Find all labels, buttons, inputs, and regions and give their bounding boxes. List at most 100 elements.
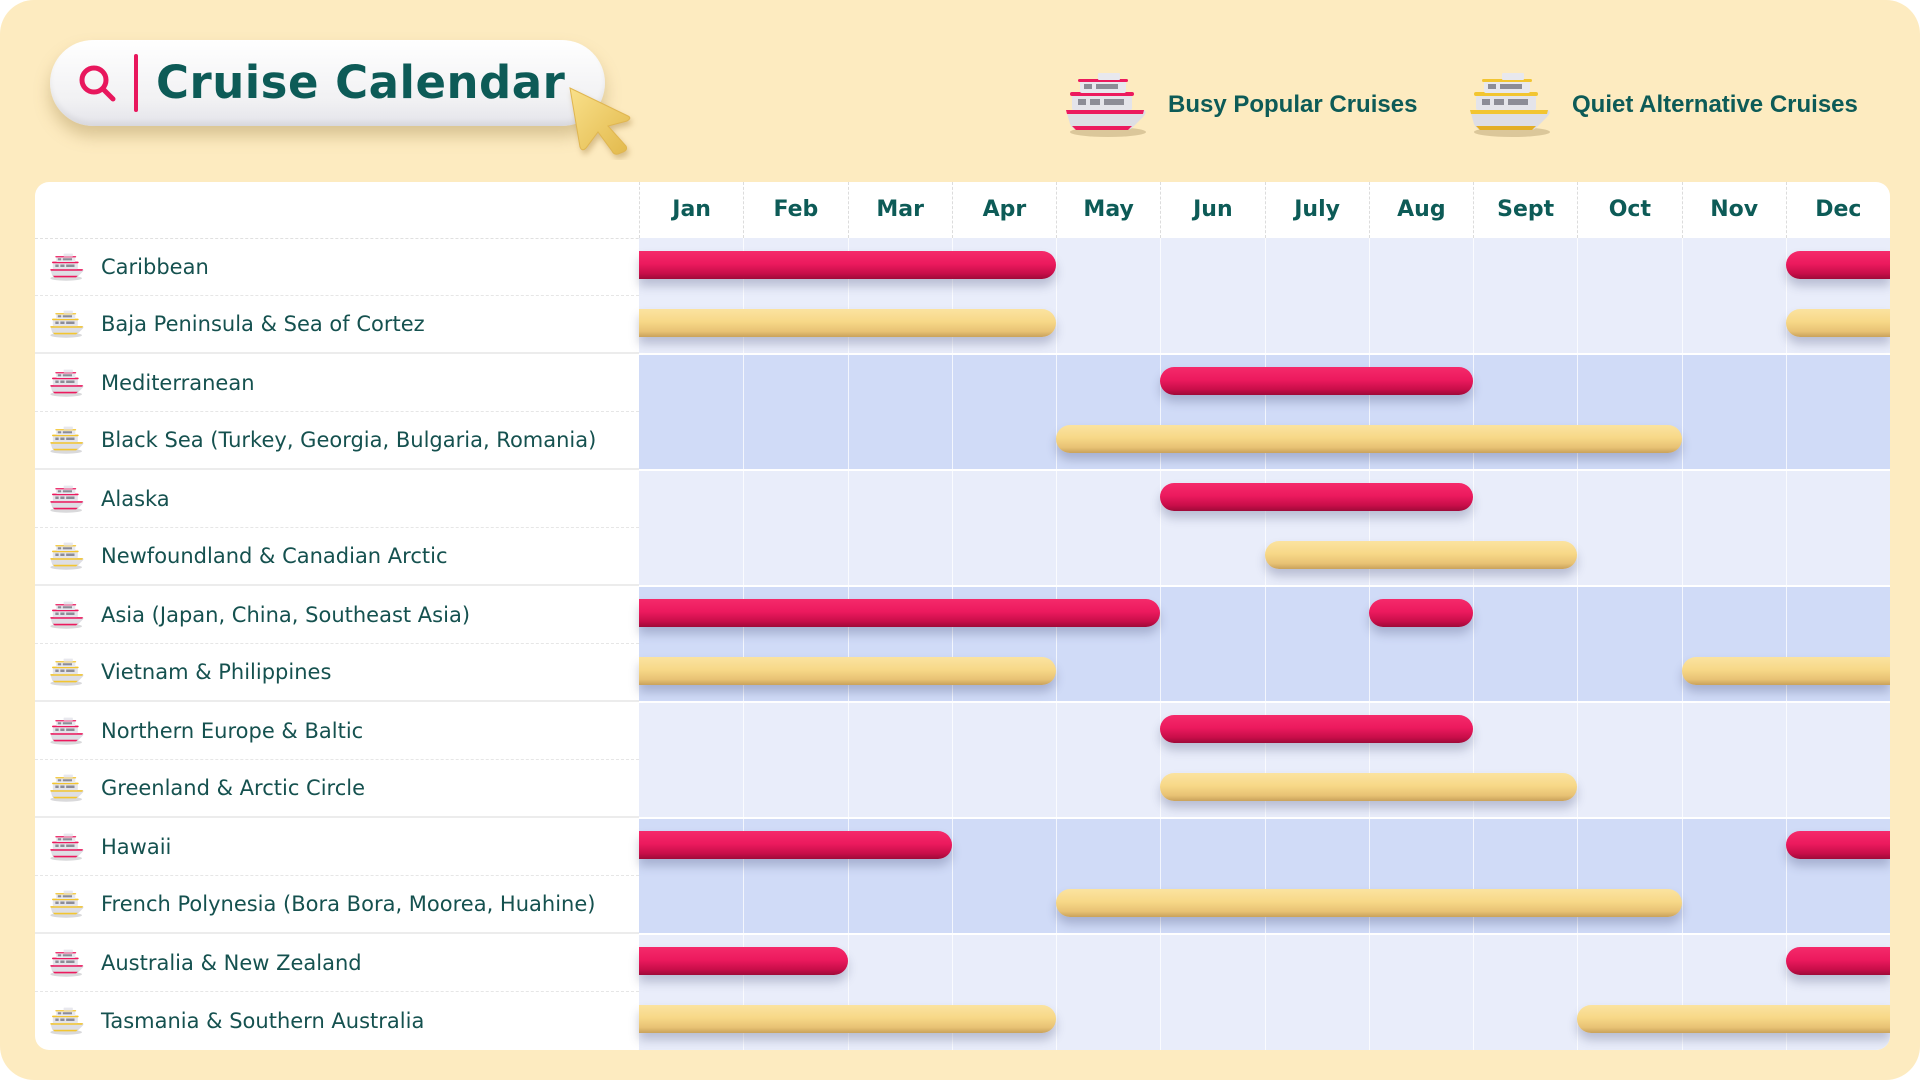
- title-search-bar[interactable]: Cruise Calendar: [50, 40, 605, 126]
- cruise-season-bar-busy[interactable]: [1160, 715, 1473, 743]
- month-gridline: [1577, 238, 1579, 1050]
- pink-cruise-ship-icon: [1066, 73, 1146, 137]
- row-label-text: Northern Europe & Baltic: [101, 718, 364, 743]
- yellow-cruise-ship-icon: [50, 774, 84, 802]
- search-icon: [79, 65, 116, 102]
- month-header-dec: Dec: [1785, 182, 1890, 238]
- yellow-cruise-ship-icon: [1470, 73, 1550, 137]
- month-header-apr: Apr: [951, 182, 1056, 238]
- cruise-season-bar-busy[interactable]: [1785, 251, 1890, 279]
- row-label-text: Greenland & Arctic Circle: [101, 776, 366, 800]
- month-header-sept: Sept: [1473, 182, 1577, 238]
- calendar-card: Jan Feb Mar Apr May Jun July Aug Sept Oct Nov Dec C…: [35, 182, 1890, 1050]
- month-header-may: May: [1056, 182, 1160, 238]
- row-label: Northern Europe & Baltic: [35, 702, 639, 760]
- cruise-season-bar-quiet[interactable]: [1056, 425, 1682, 453]
- row-label-text: Australia & New Zealand: [101, 950, 362, 975]
- cruise-season-bar-quiet[interactable]: [1577, 1005, 1890, 1033]
- row-label: Asia (Japan, China, Southeast Asia): [35, 586, 639, 644]
- month-header-jun: Jun: [1160, 182, 1264, 238]
- month-header-july: July: [1264, 182, 1369, 238]
- pink-cruise-ship-icon: [50, 601, 84, 629]
- cruise-season-bar-quiet[interactable]: [1681, 657, 1890, 685]
- row-label: Alaska: [35, 470, 639, 528]
- row-label: French Polynesia (Bora Bora, Moorea, Hua…: [35, 876, 639, 934]
- row-label-text: Black Sea (Turkey, Georgia, Bulgaria, Ro…: [101, 428, 597, 452]
- row-label: Greenland & Arctic Circle: [35, 760, 639, 818]
- cruise-season-bar-busy[interactable]: [1368, 599, 1473, 627]
- row-label-text: French Polynesia (Bora Bora, Moorea, Hua…: [101, 892, 596, 916]
- yellow-cruise-ship-icon: [50, 310, 84, 338]
- month-header-row: Jan Feb Mar Apr May Jun July Aug Sept Oct Nov Dec: [35, 182, 1890, 239]
- month-gridline: [1785, 238, 1787, 1050]
- calendar-grid: [639, 238, 1890, 1050]
- month-gridline: [1473, 238, 1474, 1050]
- row-label: Newfoundland & Canadian Arctic: [35, 528, 639, 586]
- pink-cruise-ship-icon: [50, 833, 84, 861]
- yellow-cruise-ship-icon: [50, 542, 84, 570]
- cruise-season-bar-busy[interactable]: [1160, 483, 1473, 511]
- cruise-season-bar-quiet[interactable]: [639, 657, 1056, 685]
- yellow-cruise-ship-icon: [50, 1007, 84, 1035]
- row-label: Mediterranean: [35, 354, 639, 412]
- month-gridline: [847, 238, 849, 1050]
- yellow-cruise-ship-icon: [50, 426, 84, 454]
- legend-busy-label: Busy Popular Cruises: [1168, 91, 1418, 118]
- legend-quiet: Quiet Alternative Cruises: [1462, 70, 1858, 140]
- cruise-season-bar-quiet[interactable]: [639, 1005, 1056, 1033]
- month-header-nov: Nov: [1681, 182, 1786, 238]
- cruise-season-bar-busy[interactable]: [1785, 947, 1890, 975]
- legend-busy: Busy Popular Cruises: [1058, 70, 1417, 140]
- cruise-season-bar-quiet[interactable]: [639, 309, 1056, 337]
- row-label: Hawaii: [35, 818, 639, 876]
- cruise-season-bar-quiet[interactable]: [1056, 889, 1682, 917]
- row-label-text: Hawaii: [101, 834, 172, 859]
- cruise-season-bar-busy[interactable]: [639, 947, 848, 975]
- cruise-season-bar-busy[interactable]: [639, 831, 952, 859]
- pointer-cursor-icon: [569, 87, 631, 155]
- month-header-feb: Feb: [743, 182, 847, 238]
- row-label-text: Mediterranean: [101, 370, 255, 395]
- row-label-text: Vietnam & Philippines: [101, 660, 332, 684]
- title-divider: [134, 54, 138, 112]
- row-label: Baja Peninsula & Sea of Cortez: [35, 296, 639, 354]
- yellow-cruise-ship-icon: [50, 890, 84, 918]
- cruise-season-bar-busy[interactable]: [639, 599, 1161, 627]
- pink-cruise-ship-icon: [50, 369, 84, 397]
- row-label-text: Newfoundland & Canadian Arctic: [101, 544, 448, 568]
- row-label: Caribbean: [35, 238, 639, 296]
- month-gridline: [1681, 238, 1683, 1050]
- pink-cruise-ship-icon: [50, 485, 84, 513]
- month-header-aug: Aug: [1368, 182, 1473, 238]
- yellow-cruise-ship-icon: [50, 658, 84, 686]
- month-header-jan: Jan: [639, 182, 743, 238]
- row-label: Vietnam & Philippines: [35, 644, 639, 702]
- month-gridline: [1160, 238, 1162, 1050]
- pink-cruise-ship-icon: [50, 949, 84, 977]
- month-gridline: [951, 238, 953, 1050]
- row-label: Australia & New Zealand: [35, 934, 639, 992]
- row-label-text: Caribbean: [101, 254, 209, 279]
- month-header-mar: Mar: [847, 182, 952, 238]
- row-label-text: Tasmania & Southern Australia: [101, 1009, 425, 1033]
- legend-quiet-label: Quiet Alternative Cruises: [1572, 91, 1858, 118]
- row-label-text: Baja Peninsula & Sea of Cortez: [101, 312, 425, 336]
- cruise-season-bar-busy[interactable]: [639, 251, 1056, 279]
- month-gridline: [1368, 238, 1370, 1050]
- row-label: Tasmania & Southern Australia: [35, 992, 639, 1050]
- cruise-season-bar-quiet[interactable]: [1264, 541, 1578, 569]
- month-header-oct: Oct: [1577, 182, 1681, 238]
- row-label-text: Alaska: [101, 486, 170, 511]
- month-gridline: [743, 238, 745, 1050]
- row-label-text: Asia (Japan, China, Southeast Asia): [101, 602, 471, 627]
- cruise-season-bar-busy[interactable]: [1785, 831, 1890, 859]
- cruise-season-bar-quiet[interactable]: [1785, 309, 1890, 337]
- cruise-season-bar-quiet[interactable]: [1160, 773, 1578, 801]
- row-label: Black Sea (Turkey, Georgia, Bulgaria, Ro…: [35, 412, 639, 470]
- pink-cruise-ship-icon: [50, 717, 84, 745]
- page-title: Cruise Calendar: [156, 56, 566, 109]
- cruise-season-bar-busy[interactable]: [1160, 367, 1473, 395]
- pink-cruise-ship-icon: [50, 253, 84, 281]
- month-gridline: [1056, 238, 1057, 1050]
- month-gridline: [1264, 238, 1266, 1050]
